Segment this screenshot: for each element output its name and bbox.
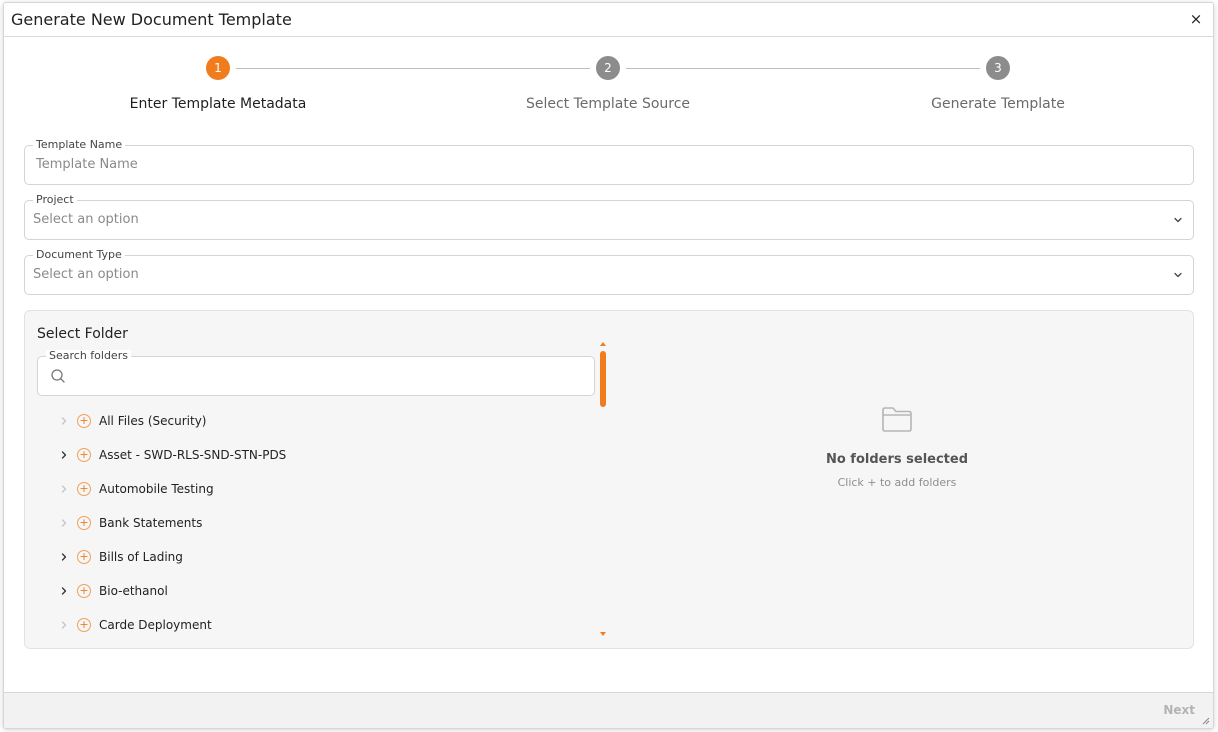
folder-icon [882,407,912,432]
project-value: Select an option [33,212,139,227]
step-label: Select Template Source [525,96,691,112]
plus-circle-icon[interactable]: + [77,482,91,496]
folder-panel-title: Select Folder [37,326,128,342]
folder-tree: + All Files (Security) + Asset - SWD-RLS… [37,404,597,641]
scroll-up-arrow-icon[interactable] [600,342,606,346]
tree-item-label: Asset - SWD-RLS-SND-STN-PDS [99,448,287,462]
tree-row[interactable]: + Automobile Testing [37,472,597,506]
folder-search-field: Search folders [37,350,595,396]
folder-tree-scrollbar[interactable] [600,342,606,636]
plus-circle-icon[interactable]: + [77,550,91,564]
chevron-right-icon[interactable] [57,516,71,530]
chevron-right-icon[interactable] [57,550,71,564]
close-button[interactable]: × [1187,10,1205,28]
empty-state-hint: Click + to add folders [837,476,957,489]
tree-item-label: Bio-ethanol [99,584,168,598]
chevron-down-icon [1174,217,1182,223]
plus-circle-icon[interactable]: + [77,516,91,530]
document-type-label: Document Type [33,249,125,261]
chevron-down-icon [1174,272,1182,278]
modal-header: Generate New Document Template × [4,3,1213,37]
step-2: 2 Select Template Source [508,56,708,112]
folder-tree-pane: Search folders + All Files (Security) + … [37,349,609,641]
step-number: 2 [596,56,620,80]
plus-circle-icon[interactable]: + [77,618,91,632]
chevron-right-icon[interactable] [57,482,71,496]
document-type-value: Select an option [33,267,139,282]
next-button[interactable]: Next [1163,703,1195,717]
template-name-field: Template Name [24,139,1194,185]
tree-row[interactable]: + Asset - SWD-RLS-SND-STN-PDS [37,438,597,472]
scroll-thumb[interactable] [600,351,606,407]
tree-row[interactable]: + Bio-ethanol [37,574,597,608]
plus-circle-icon[interactable]: + [77,584,91,598]
selected-folders-empty-state: No folders selected Click + to add folde… [765,404,1029,489]
project-select[interactable]: Project Select an option [24,194,1194,240]
chevron-right-icon[interactable] [57,618,71,632]
tree-item-label: Bank Statements [99,516,203,530]
step-number: 1 [206,56,230,80]
folder-search-input[interactable] [74,368,574,383]
empty-state-title: No folders selected [825,452,969,467]
stepper: 1 Enter Template Metadata 2 Select Templ… [4,56,1213,126]
project-label: Project [33,194,77,206]
plus-circle-icon[interactable]: + [77,448,91,462]
plus-circle-icon[interactable]: + [77,414,91,428]
step-1: 1 Enter Template Metadata [118,56,318,112]
step-label: Enter Template Metadata [129,96,307,112]
template-name-label: Template Name [33,139,126,151]
chevron-right-icon[interactable] [57,414,71,428]
tree-row[interactable]: + Bank Statements [37,506,597,540]
tree-item-label: All Files (Security) [99,414,207,428]
resize-grip-icon[interactable] [1202,717,1210,725]
chevron-right-icon[interactable] [57,448,71,462]
tree-row[interactable]: + Carde Deployment [37,608,597,641]
tree-item-label: Bills of Lading [99,550,183,564]
step-label: Generate Template [931,96,1065,112]
tree-row[interactable]: + All Files (Security) [37,404,597,438]
folder-search-label: Search folders [46,350,131,362]
step-3: 3 Generate Template [898,56,1098,112]
close-icon: × [1189,10,1203,28]
chevron-right-icon[interactable] [57,584,71,598]
search-icon [51,369,65,383]
tree-item-label: Carde Deployment [99,618,212,632]
scroll-down-arrow-icon[interactable] [600,632,606,636]
generate-template-modal: Generate New Document Template × 1 Enter… [3,2,1214,729]
tree-row[interactable]: + Bills of Lading [37,540,597,574]
step-number: 3 [986,56,1010,80]
document-type-select[interactable]: Document Type Select an option [24,249,1194,295]
folder-panel: Select Folder Search folders + All Files… [24,310,1194,649]
modal-footer: Next [4,692,1213,728]
modal-title: Generate New Document Template [11,10,292,29]
template-name-input[interactable] [36,157,1156,172]
tree-item-label: Automobile Testing [99,482,214,496]
